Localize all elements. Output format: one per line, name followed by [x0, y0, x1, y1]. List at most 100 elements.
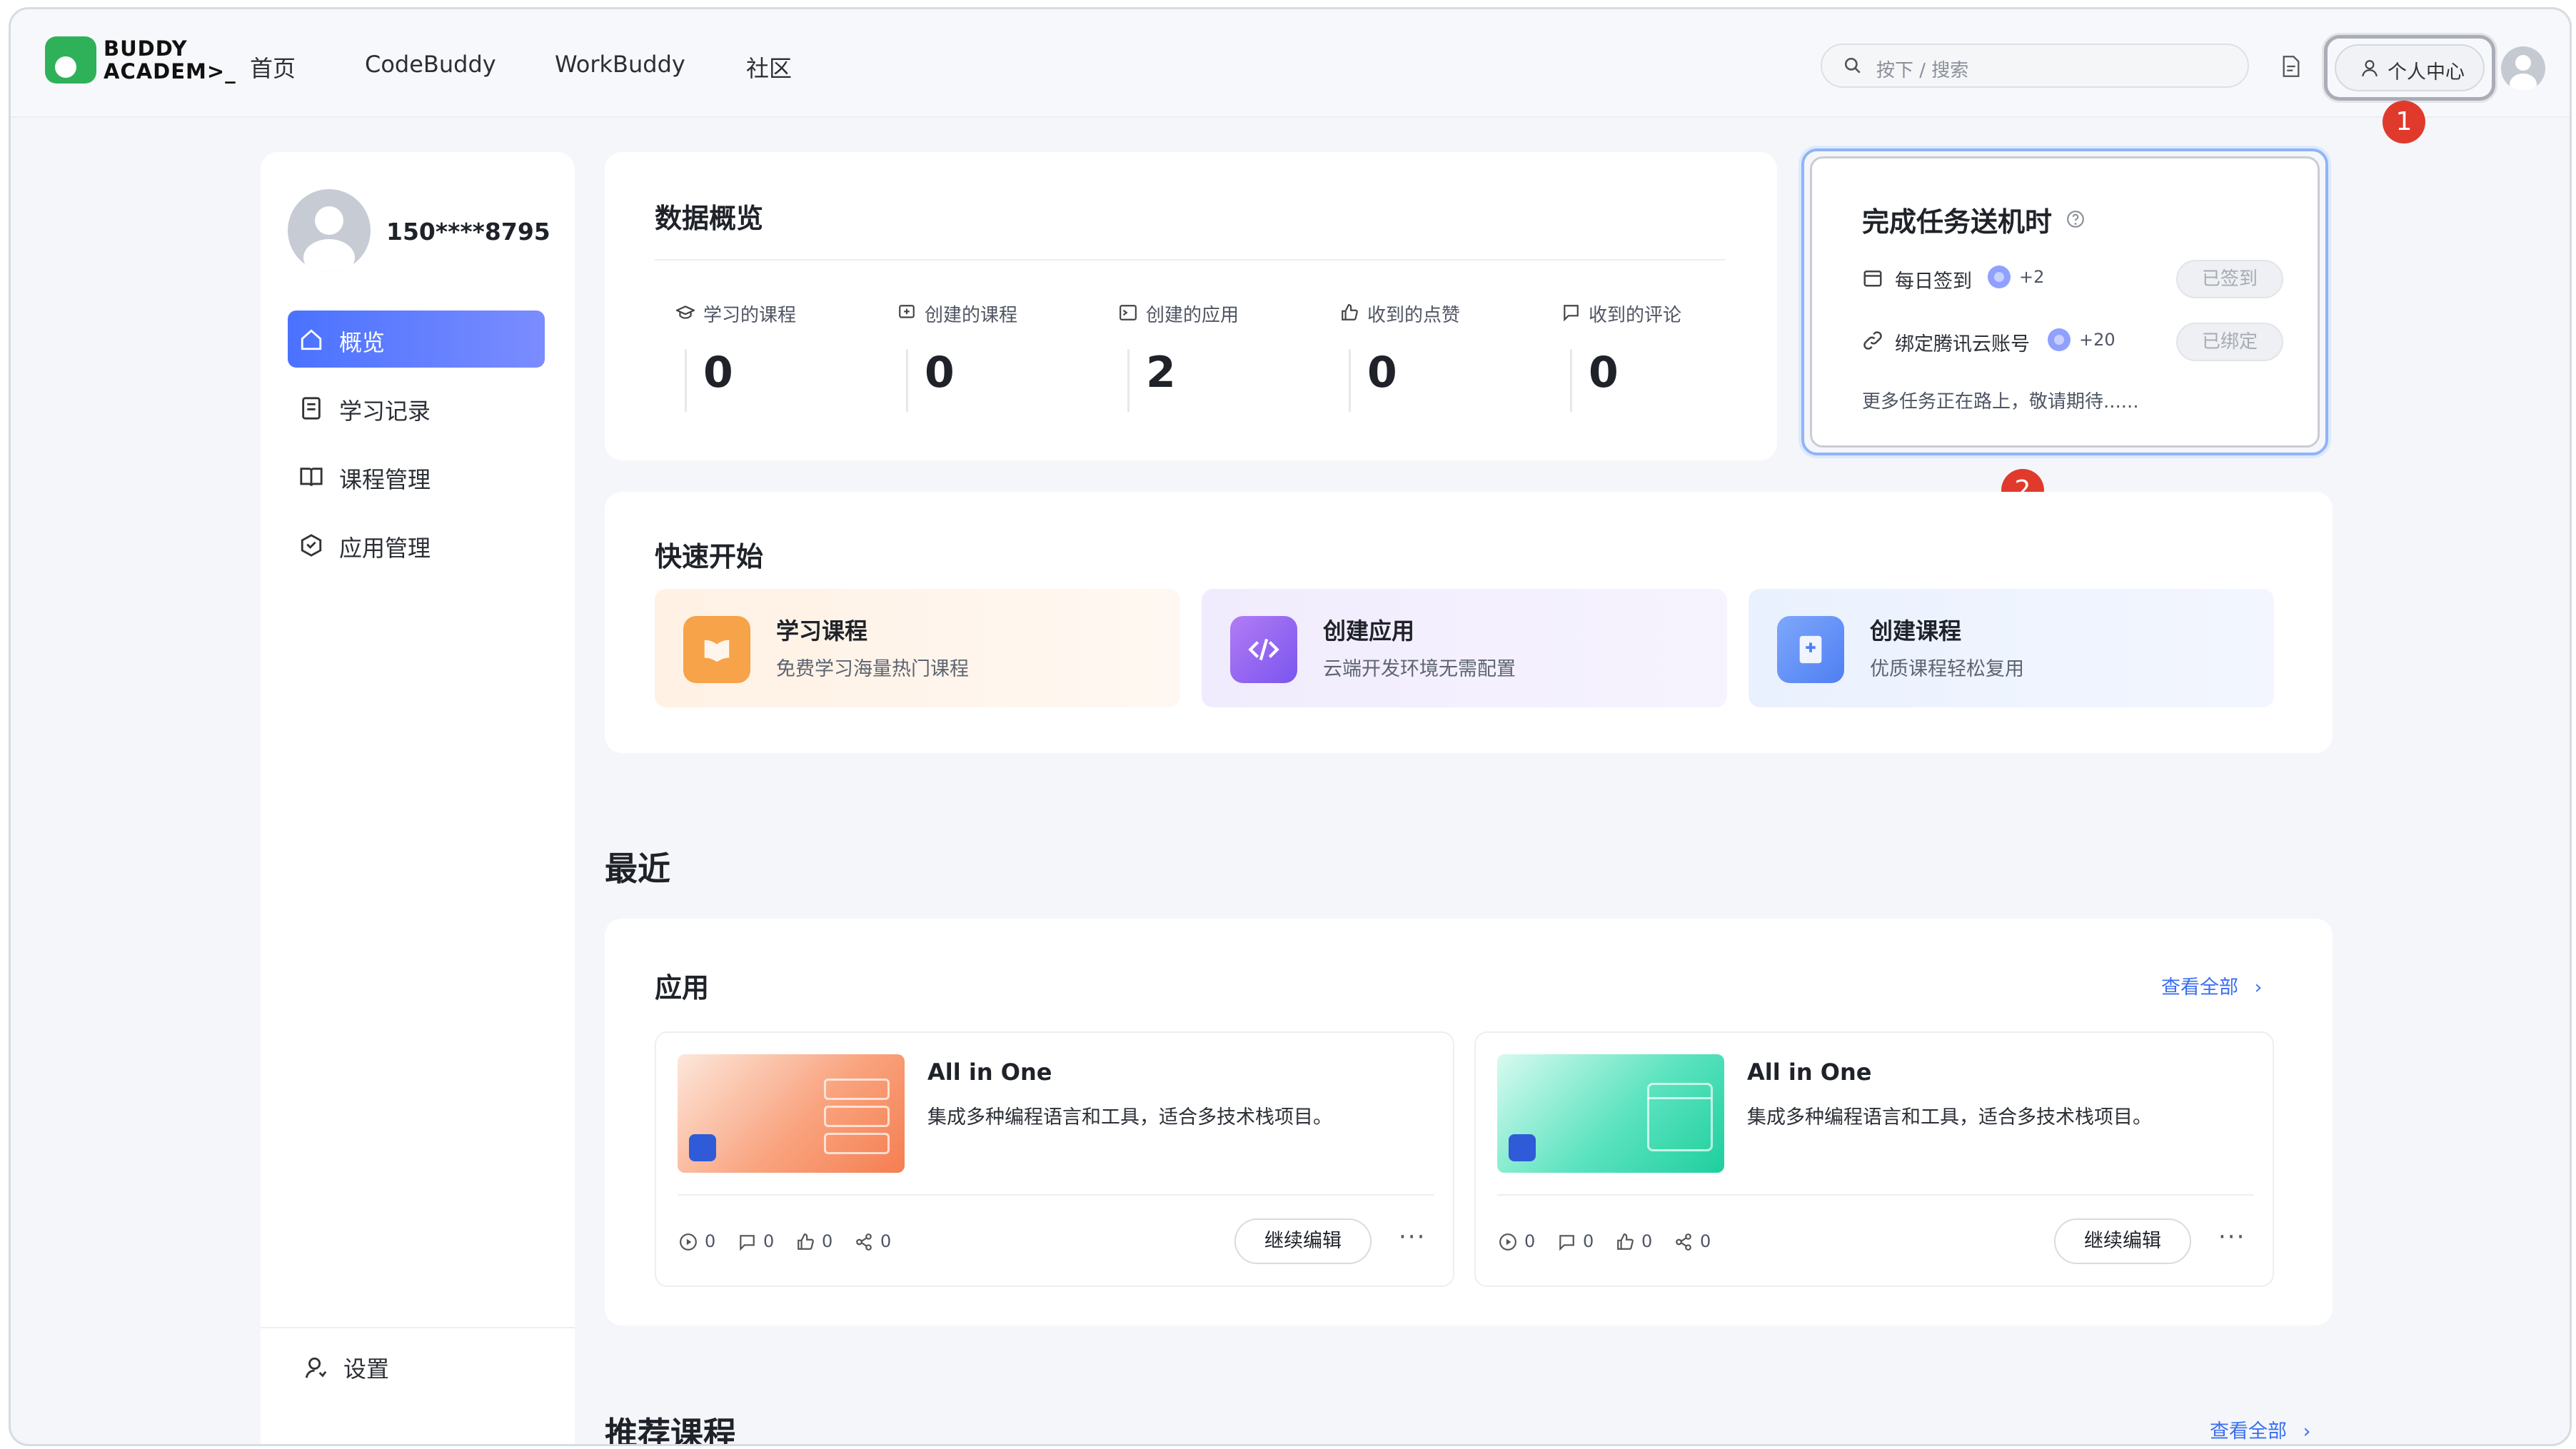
metric-value: 0 — [822, 1231, 833, 1251]
calendar-icon — [1863, 271, 1882, 287]
sidebar: 150****8795 概览 学习记录 课程管理 应用管理 设置 — [261, 152, 575, 1444]
stat-bar — [1570, 349, 1572, 412]
search-input[interactable]: 按下 / 搜索 — [1821, 44, 2249, 88]
logo-mark-icon — [45, 36, 96, 84]
nav-codebuddy[interactable]: CodeBuddy — [365, 51, 496, 78]
server-icon — [824, 1133, 890, 1154]
quick-item-title: 创建课程 — [1870, 617, 1962, 645]
thumbs-up-icon — [1617, 1233, 1634, 1250]
nav-workbuddy[interactable]: WorkBuddy — [555, 51, 685, 78]
sidebar-item-label: 应用管理 — [339, 535, 431, 562]
more-options-icon[interactable]: ··· — [1399, 1223, 1426, 1251]
sidebar-divider — [261, 1327, 575, 1328]
window-divider — [1647, 1097, 1711, 1099]
stat-bar — [685, 349, 687, 412]
stat-value: 0 — [703, 348, 733, 398]
metric-value: 0 — [1524, 1231, 1536, 1251]
metric-value: 0 — [880, 1231, 892, 1251]
chevron-right-icon: › — [2303, 1420, 2311, 1443]
quick-create-app[interactable]: 创建应用 云端开发环境无需配置 — [1202, 589, 1727, 707]
share-icon — [1676, 1233, 1691, 1251]
stat-created-courses: 创建的课程 0 — [897, 301, 1112, 429]
sidebar-item-learning-record[interactable]: 学习记录 — [288, 379, 545, 436]
course-create-icon — [899, 305, 915, 318]
stat-bar — [1127, 349, 1129, 412]
stat-received-likes: 收到的点赞 0 — [1340, 301, 1554, 429]
search-placeholder: 按下 / 搜索 — [1876, 60, 1969, 81]
app-thumbnail — [678, 1054, 905, 1173]
stat-value: 0 — [1367, 348, 1397, 398]
nav-home[interactable]: 首页 — [250, 51, 296, 84]
recommended-view-all-link[interactable]: 查看全部 › — [2210, 1415, 2310, 1443]
sidebar-item-label: 课程管理 — [339, 466, 431, 493]
record-icon — [302, 397, 321, 420]
logo-text-line1: BUDDY — [104, 36, 188, 61]
sidebar-item-label: 概览 — [339, 329, 386, 356]
apps-title: 应用 — [655, 972, 710, 1004]
app-thumbnail — [1497, 1054, 1724, 1173]
graduation-cap-icon — [676, 306, 695, 319]
profile-center-label: 个人中心 — [2388, 61, 2465, 84]
comment-icon — [740, 1235, 755, 1251]
sidebar-item-course-management[interactable]: 课程管理 — [288, 448, 545, 505]
stat-label: 收到的点赞 — [1367, 305, 1461, 326]
user-avatar[interactable] — [2501, 46, 2545, 91]
buddy-academy-logo[interactable]: BUDDY ACADEM>_ — [45, 36, 236, 94]
play-icon — [680, 1233, 697, 1251]
overview-divider — [655, 259, 1726, 261]
continue-edit-button[interactable]: 继续编辑 — [1234, 1218, 1372, 1264]
apps-view-all-link[interactable]: 查看全部 › — [2161, 971, 2262, 999]
more-options-icon[interactable]: ··· — [2218, 1223, 2245, 1251]
bound-button[interactable]: 已绑定 — [2176, 323, 2283, 361]
profile-center-button[interactable]: 个人中心 — [2335, 44, 2485, 91]
annotation-badge-1: 1 — [2383, 101, 2425, 143]
quick-learn-course[interactable]: 学习课程 免费学习海量热门课程 — [655, 589, 1180, 707]
recent-section-title: 最近 — [605, 849, 670, 888]
logo-text-line2: ACADEM>_ — [104, 59, 236, 84]
task-footer-text: 更多任务正在路上，敬请期待...... — [1862, 391, 2139, 413]
data-overview-title: 数据概览 — [655, 203, 764, 234]
stat-value: 0 — [1589, 348, 1619, 398]
settings-user-icon — [305, 1357, 327, 1378]
checked-in-button[interactable]: 已签到 — [2176, 260, 2283, 298]
thumbs-up-icon — [798, 1233, 814, 1250]
stat-bar — [906, 349, 908, 412]
task-reward-card: 完成任务送机时 每日签到 +2 已签到 绑定腾讯云账号 +20 已绑定 更多任务… — [1810, 156, 2320, 448]
nav-community[interactable]: 社区 — [746, 51, 792, 84]
stat-created-apps: 创建的应用 2 — [1119, 301, 1333, 429]
app-card-divider — [678, 1194, 1434, 1196]
quick-create-course[interactable]: 创建课程 优质课程轻松复用 — [1749, 589, 2274, 707]
profile-highlight-box: 个人中心 — [2324, 35, 2495, 101]
quick-item-subtitle: 免费学习海量热门课程 — [776, 658, 969, 680]
share-icon — [856, 1233, 872, 1251]
stat-value: 0 — [925, 348, 955, 398]
app-card-1[interactable]: All in One 集成多种编程语言和工具，适合多技术栈项目。 0 0 0 0… — [655, 1031, 1454, 1287]
play-icon — [1499, 1233, 1516, 1251]
app-card-divider — [1497, 1194, 2254, 1196]
task-card-title: 完成任务送机时 — [1862, 206, 2053, 238]
terminal-icon — [1120, 305, 1137, 320]
chevron-right-icon: › — [2254, 976, 2263, 999]
app-card-2[interactable]: All in One 集成多种编程语言和工具，适合多技术栈项目。 0 0 0 0… — [1474, 1031, 2274, 1287]
code-badge-icon — [689, 1134, 716, 1161]
app-window: BUDDY ACADEM>_ 首页 CodeBuddy WorkBuddy 社区… — [9, 7, 2572, 1446]
continue-edit-button[interactable]: 继续编辑 — [2054, 1218, 2191, 1264]
sidebar-item-app-management[interactable]: 应用管理 — [288, 516, 545, 573]
help-icon[interactable] — [2066, 210, 2085, 228]
task-bonus: +2 — [2019, 267, 2045, 287]
document-icon[interactable] — [2281, 55, 2301, 78]
search-icon — [1844, 57, 1861, 74]
stat-value: 2 — [1146, 348, 1176, 398]
sidebar-item-overview[interactable]: 概览 — [288, 310, 545, 368]
stat-label: 创建的应用 — [1146, 305, 1239, 326]
comment-icon — [1559, 1235, 1574, 1251]
app-description: 集成多种编程语言和工具，适合多技术栈项目。 — [1747, 1106, 2152, 1129]
server-icon — [824, 1106, 890, 1127]
recent-apps-card: 应用 查看全部 › All in One 集成多种编程语言和工具，适合多技术栈项… — [605, 919, 2333, 1326]
stat-received-comments: 收到的评论 0 — [1561, 301, 1776, 429]
metric-value: 0 — [763, 1231, 775, 1251]
sidebar-avatar[interactable] — [288, 189, 371, 272]
metric-value: 0 — [705, 1231, 716, 1251]
metric-value: 0 — [1641, 1231, 1653, 1251]
window-code-icon — [1647, 1083, 1713, 1151]
